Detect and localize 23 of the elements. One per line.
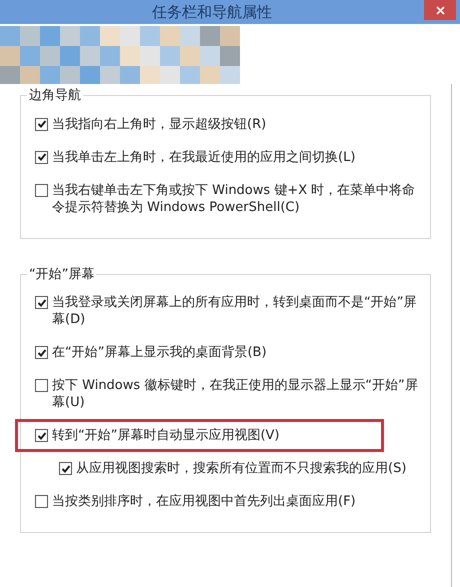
checkbox[interactable] — [35, 346, 48, 359]
checkbox[interactable] — [35, 150, 48, 164]
option-label: 在“开始”屏幕上显示我的桌面背景(B) — [52, 344, 267, 361]
checkbox[interactable] — [35, 429, 48, 442]
option-label: 当我指向右上角时，显示超级按钮(R) — [52, 116, 266, 132]
option-label: 当按类别排序时，在应用视图中首先列出桌面应用(F) — [52, 493, 356, 510]
close-icon — [436, 6, 444, 14]
checkbox[interactable] — [35, 184, 48, 196]
checkbox[interactable] — [35, 296, 48, 309]
group-title: 边角导航 — [28, 87, 82, 105]
option-label: 转到“开始”屏幕时自动显示应用视图(V) — [52, 427, 280, 444]
checkbox[interactable] — [35, 379, 48, 392]
option-label: 按下 Windows 徽标键时，在我正使用的显示器上显示“开始”屏幕(U) — [52, 377, 419, 411]
checkbox[interactable] — [59, 462, 72, 475]
close-button[interactable] — [424, 0, 456, 20]
option-label: 当我单击左上角时，在我最近使用的应用之间切换(L) — [52, 148, 356, 166]
option-label: 当我右键单击左下角或按下 Windows 键+X 时，在菜单中将命令提示符替换为 Windows PowerShell(C) — [52, 182, 416, 216]
checkbox[interactable] — [35, 495, 48, 508]
option-label: 从应用视图搜索时，搜索所有位置而不只搜索我的应用(S) — [76, 460, 406, 477]
checkbox[interactable] — [35, 118, 48, 130]
option-label: 当我登录或关闭屏幕上的所有应用时，转到桌面而不是“开始”屏幕(D) — [52, 294, 418, 328]
window-title: 任务栏和导航属性 — [151, 2, 273, 23]
group-title: “开始”屏幕 — [28, 266, 96, 284]
